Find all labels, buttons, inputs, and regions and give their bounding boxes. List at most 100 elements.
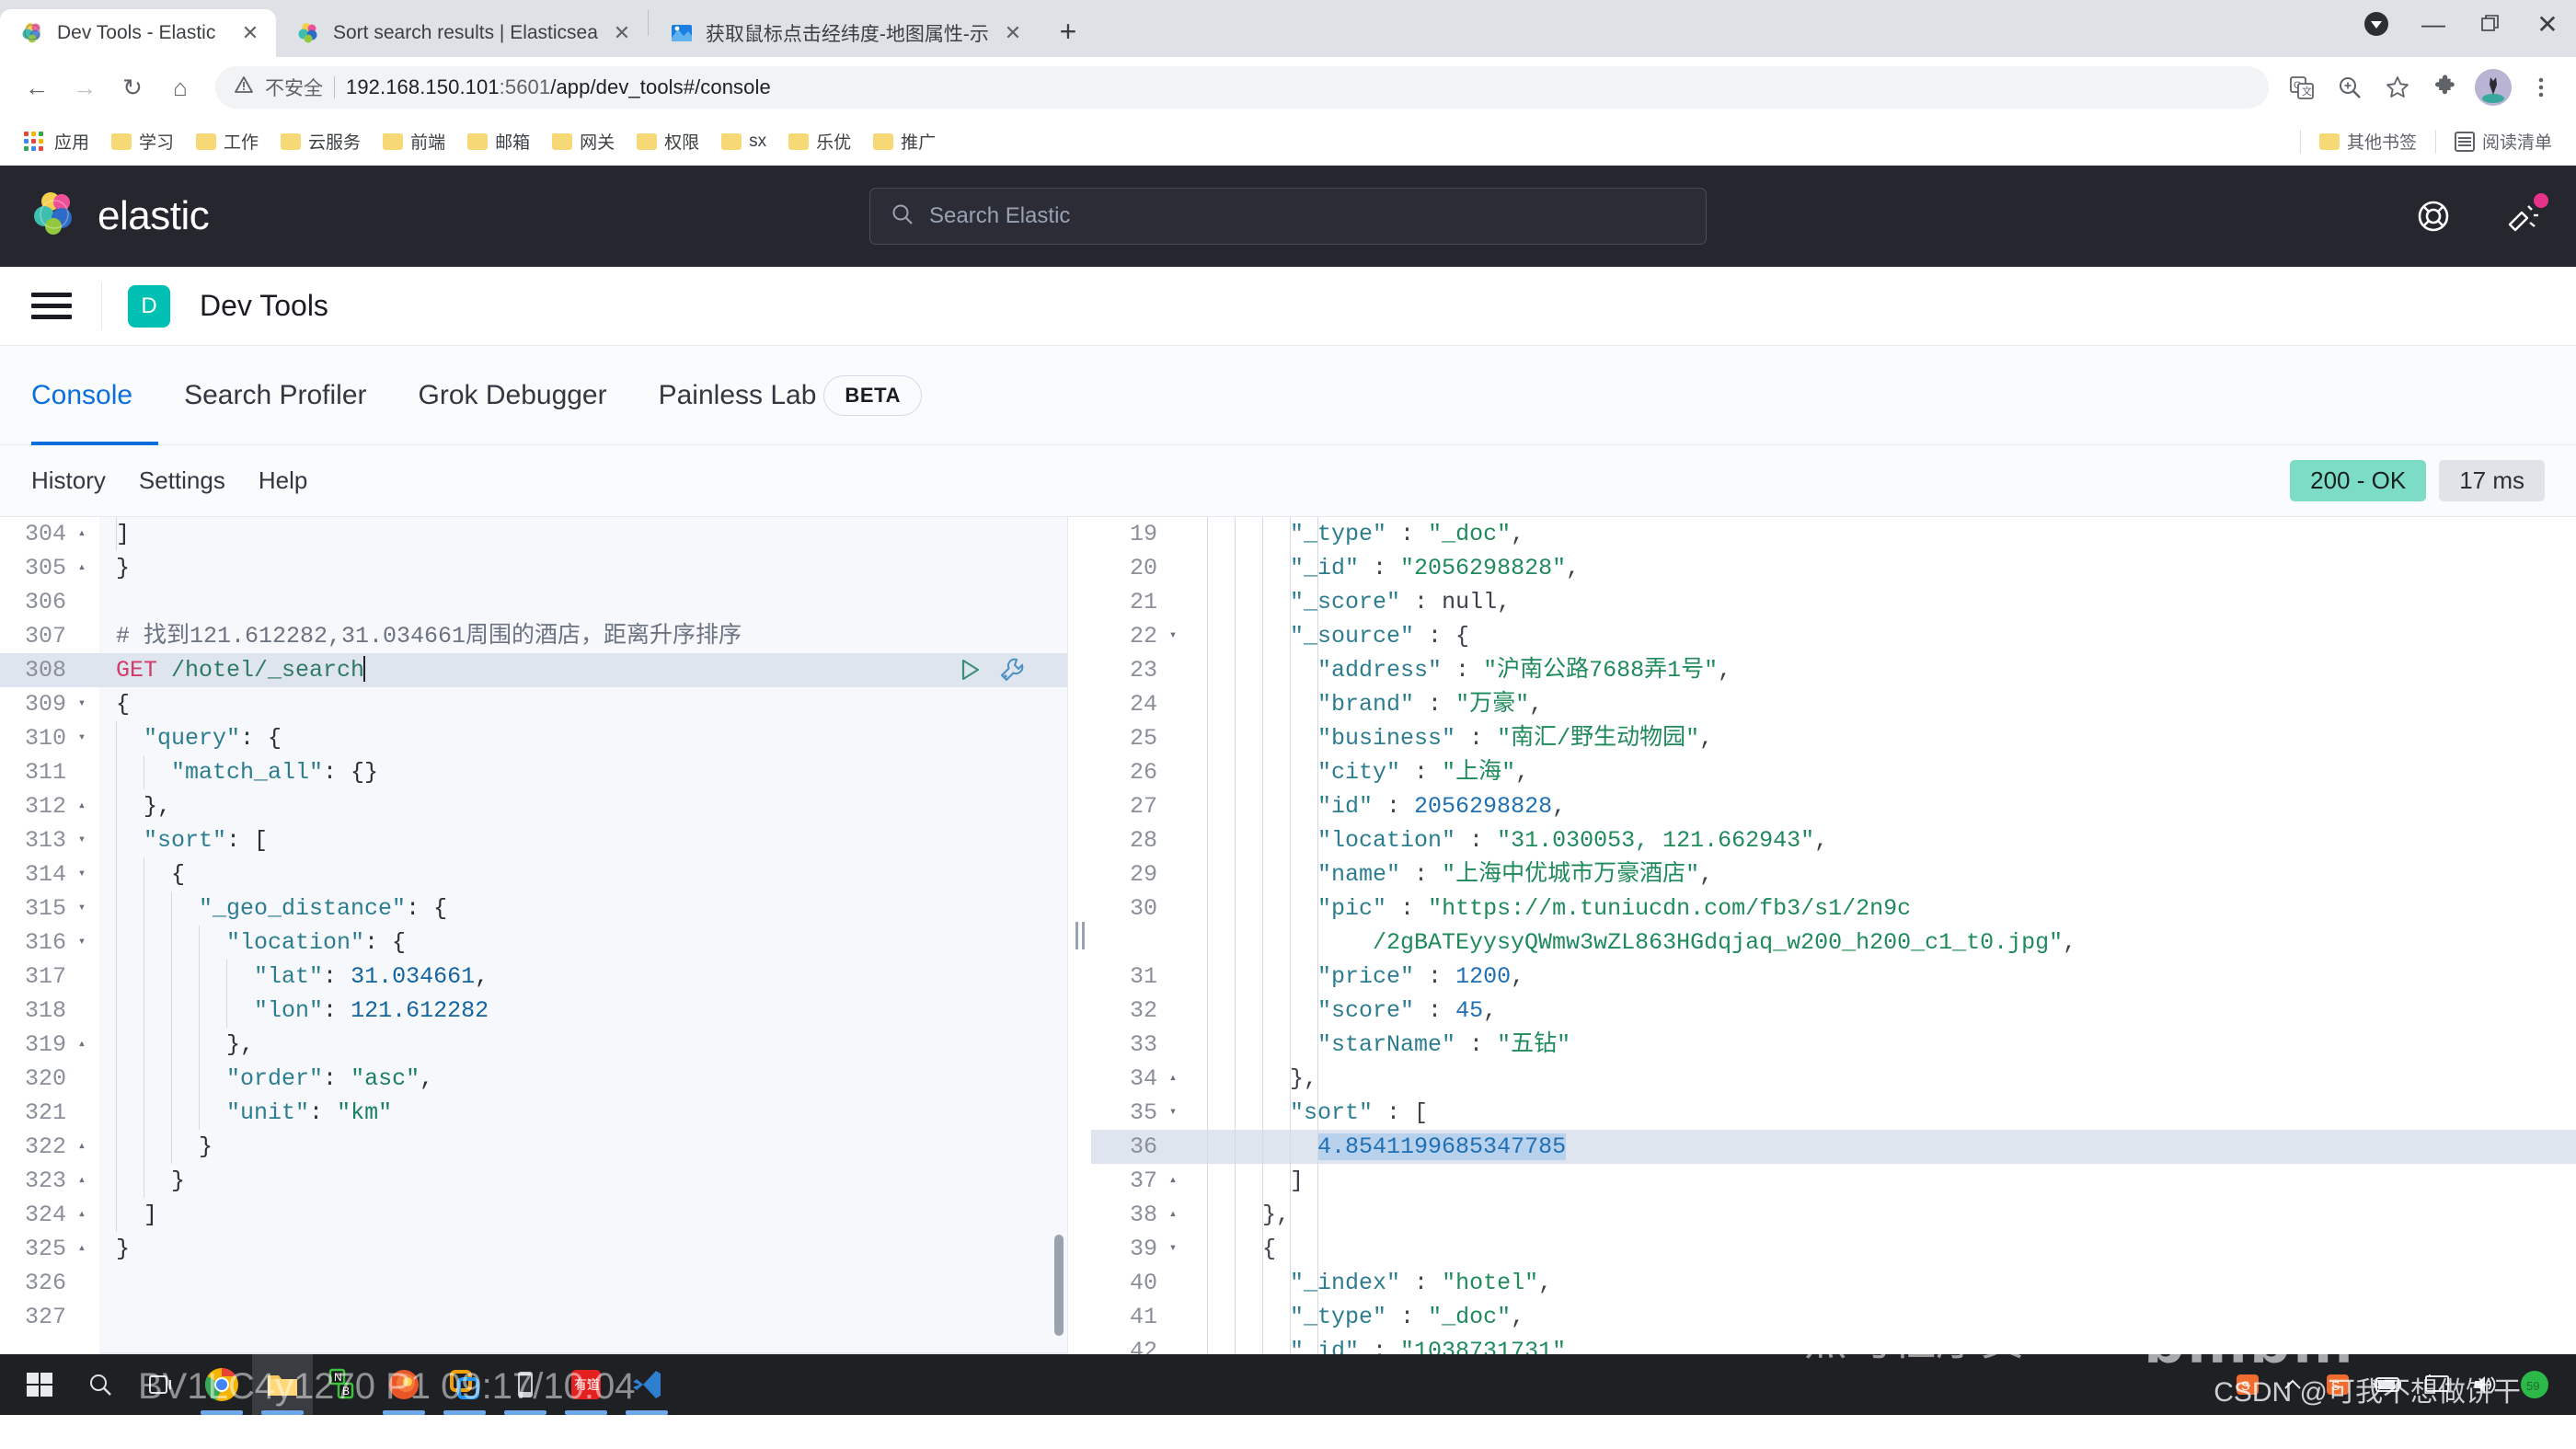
windows-start-icon[interactable] xyxy=(9,1354,70,1415)
fold-toggle-icon[interactable]: ▴ xyxy=(1165,1198,1181,1232)
announcement-icon[interactable] xyxy=(2502,193,2548,237)
code-line[interactable]: 309 ▾ { xyxy=(0,687,1067,721)
bookmark-7[interactable]: 权限 xyxy=(626,123,710,159)
translate-icon[interactable]: G 文 xyxy=(2280,65,2324,109)
other-bookmarks-button[interactable]: 其他书签 xyxy=(2308,123,2428,159)
code-line[interactable]: 322 ▴ } xyxy=(0,1130,1067,1164)
code-line[interactable]: 42 "_id" : "1038731731" xyxy=(1091,1334,2576,1354)
back-button[interactable]: ← xyxy=(13,63,61,111)
battery-icon[interactable] xyxy=(2372,1374,2403,1395)
fold-toggle-icon[interactable]: ▾ xyxy=(1165,619,1181,653)
code-line[interactable]: 35 ▾ "sort" : [ xyxy=(1091,1096,2576,1130)
code-line[interactable]: 315 ▾ "_geo_distance": { xyxy=(0,891,1067,926)
security-shield-icon[interactable]: 59 xyxy=(2519,1369,2550,1400)
code-line[interactable]: 321 "unit": "km" xyxy=(0,1096,1067,1130)
code-line[interactable]: 314 ▾ { xyxy=(0,857,1067,891)
response-code[interactable]: 19 "_type" : "_doc", 20 "_id" : "20562988… xyxy=(1091,517,2576,1354)
office-icon[interactable] xyxy=(434,1354,495,1415)
browser-tab-2[interactable]: 获取鼠标点击经纬度-地图属性-示 ✕ xyxy=(648,9,1039,57)
bookmark-4[interactable]: 前端 xyxy=(372,123,456,159)
code-line[interactable]: 40 "_index" : "hotel", xyxy=(1091,1266,2576,1300)
code-line[interactable]: 32 "score" : 45, xyxy=(1091,994,2576,1028)
editor-scrollbar[interactable] xyxy=(1054,1235,1064,1336)
code-line[interactable]: 25 "business" : "南汇/野生动物园", xyxy=(1091,721,2576,755)
code-line[interactable]: 38 ▴ }, xyxy=(1091,1198,2576,1232)
code-line[interactable]: 305 ▴} xyxy=(0,551,1067,585)
code-line[interactable]: 320 "order": "asc", xyxy=(0,1062,1067,1096)
bookmark-1[interactable]: 学习 xyxy=(100,123,185,159)
firefox-icon[interactable] xyxy=(374,1354,434,1415)
fold-toggle-icon[interactable]: ▾ xyxy=(74,823,90,857)
phone-link-icon[interactable] xyxy=(495,1354,556,1415)
fold-toggle-icon[interactable]: ▴ xyxy=(74,1164,90,1198)
fold-toggle-icon[interactable]: ▴ xyxy=(74,1028,90,1062)
pane-splitter-handle[interactable] xyxy=(1067,517,1091,1354)
code-line[interactable]: 41 "_type" : "_doc", xyxy=(1091,1300,2576,1334)
reload-button[interactable]: ↻ xyxy=(109,63,156,111)
history-button[interactable]: History xyxy=(31,466,106,495)
bookmark-2[interactable]: 工作 xyxy=(185,123,270,159)
sogou-ime-icon[interactable]: S xyxy=(2234,1371,2261,1398)
close-icon[interactable]: ✕ xyxy=(237,20,263,46)
tab-search-profiler[interactable]: Search Profiler xyxy=(158,346,392,445)
code-line[interactable]: 39 ▾ { xyxy=(1091,1232,2576,1266)
chrome-menu-icon[interactable] xyxy=(2519,65,2563,109)
fold-toggle-icon[interactable]: ▾ xyxy=(1165,1096,1181,1130)
browser-tab-0[interactable]: Dev Tools - Elastic ✕ xyxy=(0,9,276,57)
code-line[interactable]: 29 "name" : "上海中优城市万豪酒店", xyxy=(1091,857,2576,891)
volume-icon[interactable] xyxy=(2471,1373,2499,1397)
file-explorer-icon[interactable] xyxy=(252,1354,313,1415)
bookmark-3[interactable]: 云服务 xyxy=(270,123,372,159)
fold-toggle-icon[interactable]: ▴ xyxy=(74,1198,90,1232)
settings-button[interactable]: Settings xyxy=(139,466,225,495)
code-line[interactable]: 326 xyxy=(0,1266,1067,1300)
home-button[interactable]: ⌂ xyxy=(156,63,204,111)
code-line[interactable]: 311 "match_all": {} xyxy=(0,755,1067,789)
code-line[interactable]: 327 xyxy=(0,1300,1067,1334)
bookmark-9[interactable]: 乐优 xyxy=(777,123,862,159)
global-search-input[interactable]: Search Elastic xyxy=(869,188,1707,245)
code-line[interactable]: 306 xyxy=(0,585,1067,619)
fold-toggle-icon[interactable]: ▴ xyxy=(1165,1164,1181,1198)
maximize-button[interactable] xyxy=(2462,0,2519,48)
code-line[interactable]: 312 ▴ }, xyxy=(0,789,1067,823)
help-button[interactable]: Help xyxy=(259,466,307,495)
zoom-icon[interactable] xyxy=(2328,65,2372,109)
sogou-pinyin-icon[interactable]: S xyxy=(2324,1371,2352,1398)
forward-button[interactable]: → xyxy=(61,63,109,111)
fold-toggle-icon[interactable]: ▾ xyxy=(1165,1232,1181,1266)
close-window-button[interactable]: ✕ xyxy=(2519,0,2576,48)
browser-tab-1[interactable]: Sort search results | Elasticsea ✕ xyxy=(276,9,648,57)
code-line[interactable]: 36 4.8541199685347785 xyxy=(1091,1130,2576,1164)
code-line[interactable]: 31 "price" : 1200, xyxy=(1091,960,2576,994)
chevron-up-icon[interactable] xyxy=(2282,1374,2304,1396)
code-line[interactable]: 313 ▾ "sort": [ xyxy=(0,823,1067,857)
code-line[interactable]: 34 ▴ }, xyxy=(1091,1062,2576,1096)
tab-painless-lab[interactable]: Painless Lab BETA xyxy=(633,346,948,445)
download-icon[interactable] xyxy=(2348,0,2405,48)
bookmark-6[interactable]: 网关 xyxy=(541,123,626,159)
display-icon[interactable] xyxy=(2423,1374,2451,1396)
fold-toggle-icon[interactable]: ▾ xyxy=(74,721,90,755)
code-line[interactable]: 20 "_id" : "2056298828", xyxy=(1091,551,2576,585)
code-line[interactable]: 37 ▴ ] xyxy=(1091,1164,2576,1198)
youdao-icon[interactable]: 有道 xyxy=(556,1354,616,1415)
fold-toggle-icon[interactable]: ▾ xyxy=(74,926,90,960)
bookmark-star-icon[interactable] xyxy=(2375,65,2420,109)
reading-list-button[interactable]: 阅读清单 xyxy=(2444,123,2563,159)
code-line[interactable]: 22 ▾ "_source" : { xyxy=(1091,619,2576,653)
tab-grok-debugger[interactable]: Grok Debugger xyxy=(393,346,633,445)
response-pane[interactable]: 19 "_type" : "_doc", 20 "_id" : "20562988… xyxy=(1091,517,2576,1354)
code-line[interactable]: /2gBATEyysyQWmw3wZL863HGdqjaq_w200_h200_… xyxy=(1091,926,2576,960)
fold-toggle-icon[interactable]: ▴ xyxy=(74,517,90,551)
bookmark-10[interactable]: 推广 xyxy=(862,123,947,159)
code-line[interactable]: 21 "_score" : null, xyxy=(1091,585,2576,619)
new-tab-button[interactable]: + xyxy=(1046,9,1090,53)
tab-console[interactable]: Console xyxy=(31,346,158,445)
code-line[interactable]: 325 ▴} xyxy=(0,1232,1067,1266)
chrome-icon[interactable] xyxy=(191,1354,252,1415)
code-line[interactable]: 304 ▴] xyxy=(0,517,1067,551)
fold-toggle-icon[interactable]: ▾ xyxy=(74,687,90,721)
search-icon[interactable] xyxy=(70,1354,131,1415)
code-line[interactable]: 317 "lat": 31.034661, xyxy=(0,960,1067,994)
